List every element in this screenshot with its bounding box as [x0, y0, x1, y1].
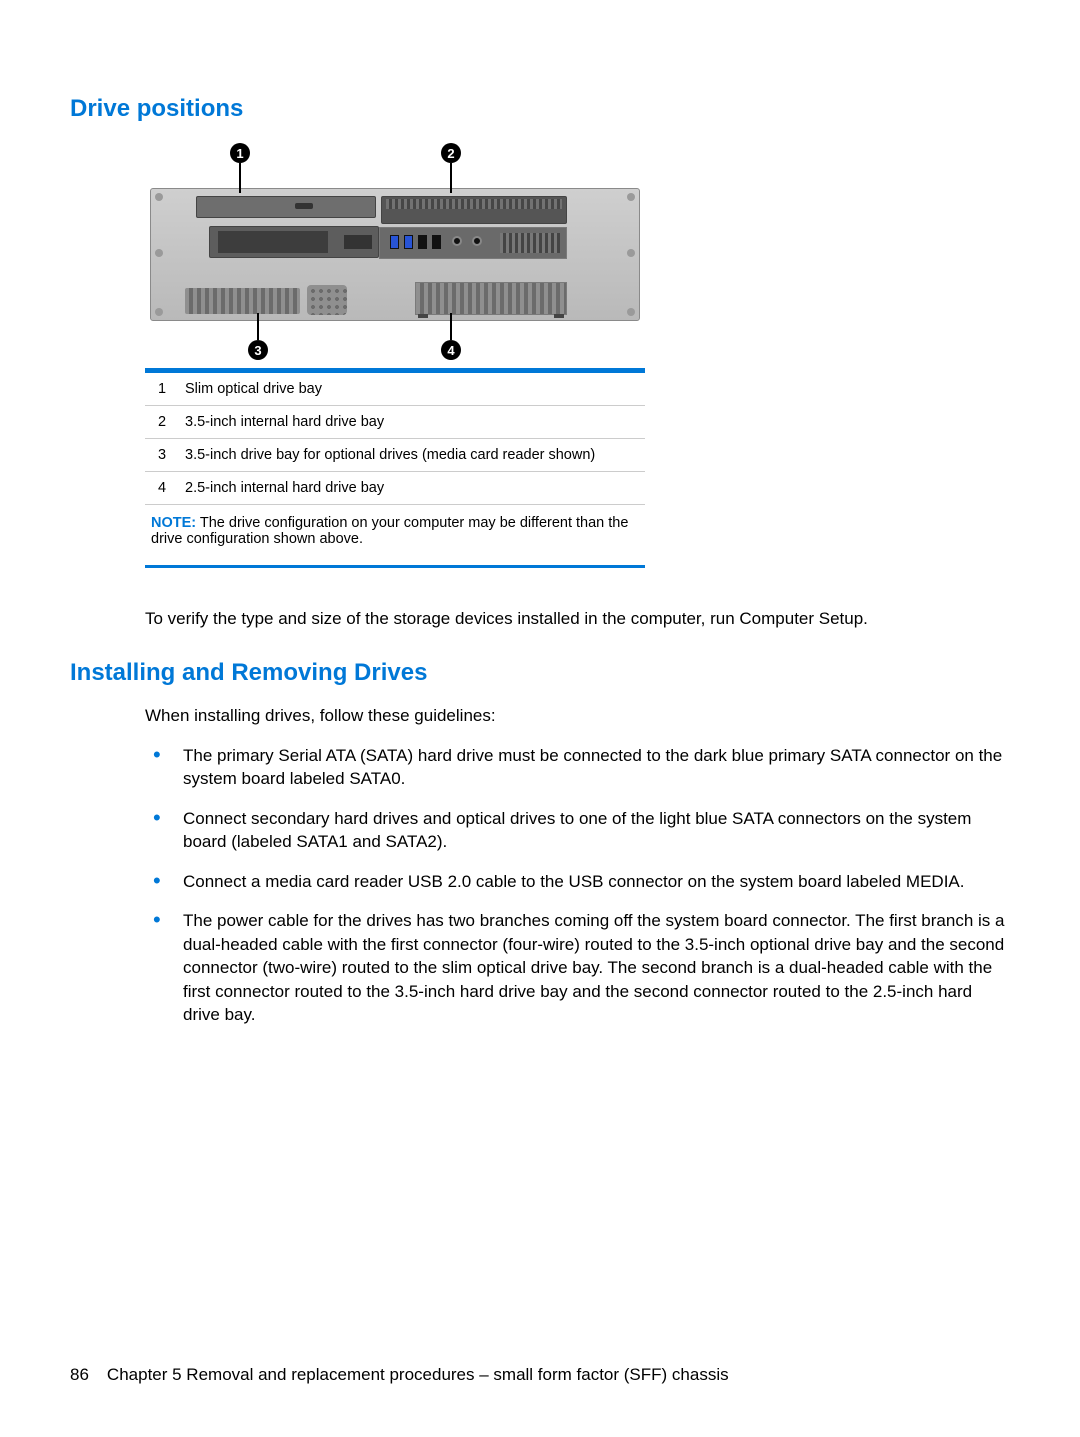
legend-note-row: NOTE: The drive configuration on your co…: [145, 505, 645, 556]
note-label: NOTE:: [151, 515, 196, 531]
legend-row-1: 1 Slim optical drive bay: [145, 373, 645, 406]
bay-3-5-optional-media-reader: [209, 226, 379, 258]
chassis-illustration: [150, 188, 640, 321]
vent-bottom-left: [185, 288, 300, 314]
vent-round: [307, 285, 347, 315]
legend-note-cell: NOTE: The drive configuration on your co…: [145, 505, 645, 556]
callout-line-3: [257, 313, 259, 340]
bay-slim-optical: [196, 196, 376, 218]
legend-row-3: 3 3.5-inch drive bay for optional drives…: [145, 439, 645, 472]
legend-num: 1: [145, 373, 179, 406]
legend-table: 1 Slim optical drive bay 2 3.5-inch inte…: [145, 373, 645, 555]
section-heading-installing-removing-drives: Installing and Removing Drives: [70, 659, 1010, 687]
legend-text: 3.5-inch internal hard drive bay: [179, 406, 645, 439]
note-text: The drive configuration on your computer…: [151, 515, 628, 547]
drive-positions-diagram: 1 2 3 4: [145, 143, 645, 368]
callout-badge-2: 2: [441, 143, 461, 163]
drive-positions-figure-block: 1 2 3 4: [145, 143, 645, 568]
callout-line-2: [450, 163, 452, 193]
page-footer: 86 Chapter 5 Removal and replacement pro…: [70, 1365, 1010, 1385]
bay-2-5-internal-hdd: [415, 282, 567, 315]
callout-badge-3: 3: [248, 340, 268, 360]
page-number: 86: [70, 1365, 89, 1385]
guidelines-intro: When installing drives, follow these gui…: [145, 705, 1010, 728]
front-io-ports: [379, 227, 567, 259]
verify-text: To verify the type and size of the stora…: [145, 608, 1010, 631]
legend-text: 2.5-inch internal hard drive bay: [179, 472, 645, 505]
legend-row-2: 2 3.5-inch internal hard drive bay: [145, 406, 645, 439]
guidelines-list: The primary Serial ATA (SATA) hard drive…: [153, 744, 1010, 1027]
guideline-item: Connect secondary hard drives and optica…: [153, 807, 1010, 854]
callout-badge-1: 1: [230, 143, 250, 163]
footer-chapter-text: Chapter 5 Removal and replacement proced…: [107, 1365, 729, 1385]
bay-3-5-internal-hdd: [381, 196, 567, 224]
callout-badge-4: 4: [441, 340, 461, 360]
legend-text: 3.5-inch drive bay for optional drives (…: [179, 439, 645, 472]
legend-bottom-rule: [145, 565, 645, 568]
callout-line-4: [450, 313, 452, 340]
legend-num: 3: [145, 439, 179, 472]
section-heading-drive-positions: Drive positions: [70, 95, 1010, 123]
callout-line-1: [239, 163, 241, 193]
legend-num: 4: [145, 472, 179, 505]
legend-text: Slim optical drive bay: [179, 373, 645, 406]
guideline-item: The primary Serial ATA (SATA) hard drive…: [153, 744, 1010, 791]
guideline-item: Connect a media card reader USB 2.0 cabl…: [153, 870, 1010, 893]
legend-num: 2: [145, 406, 179, 439]
guideline-item: The power cable for the drives has two b…: [153, 909, 1010, 1026]
legend-row-4: 4 2.5-inch internal hard drive bay: [145, 472, 645, 505]
